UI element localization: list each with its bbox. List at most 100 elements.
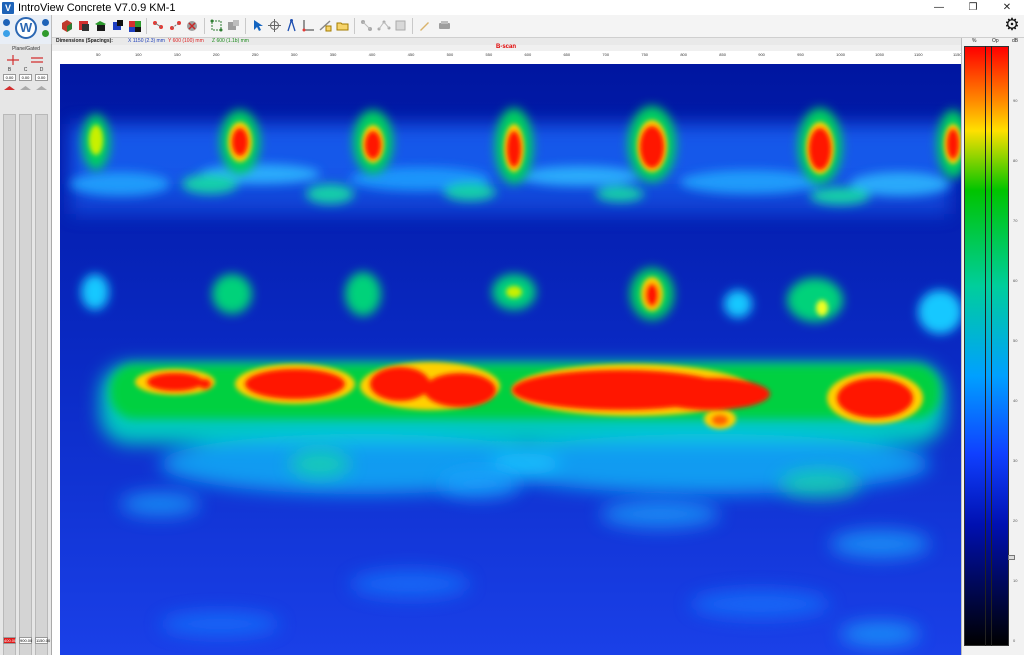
region-tool-icon[interactable] bbox=[225, 17, 242, 34]
check-icon[interactable] bbox=[42, 30, 49, 37]
column-c-arrow-icon[interactable] bbox=[19, 82, 32, 90]
x-tick-label: 800 bbox=[680, 52, 687, 57]
x-tick-label: 400 bbox=[368, 52, 376, 57]
scale-tick-label: 60 bbox=[1013, 278, 1018, 283]
layer-tool-icon[interactable] bbox=[358, 17, 375, 34]
info-icon[interactable] bbox=[3, 19, 10, 26]
color-scale-bar[interactable] bbox=[964, 46, 1009, 646]
help-icon[interactable] bbox=[3, 30, 10, 37]
title-bar: V IntroView Concrete V7.0.9 KM-1 — ❐ ✕ bbox=[0, 0, 1024, 15]
color-scale-panel: % Op dB 90 80 70 60 50 40 30 20 10 0 bbox=[961, 38, 1024, 655]
main-toolbar bbox=[0, 15, 1024, 38]
x-tick-label: 650 bbox=[563, 52, 571, 57]
plane-parallel-icon[interactable] bbox=[30, 54, 44, 66]
scale-slider-handle[interactable] bbox=[1008, 555, 1015, 560]
scale-header-percent: % bbox=[972, 38, 977, 44]
close-button[interactable]: ✕ bbox=[990, 0, 1024, 15]
app-logo-icon: V bbox=[2, 1, 14, 14]
column-b-label: B bbox=[7, 67, 12, 73]
view-3d-icon[interactable] bbox=[58, 17, 75, 34]
x-tick-label: 100 bbox=[134, 52, 142, 57]
toolbar-separator bbox=[412, 18, 413, 34]
introview-logo-icon[interactable]: W bbox=[15, 17, 37, 39]
delete-points-icon[interactable] bbox=[184, 17, 201, 34]
column-c-value[interactable]: 0.00 bbox=[19, 74, 32, 81]
x-tick-label: 900 bbox=[758, 52, 765, 57]
compass-icon[interactable] bbox=[283, 17, 300, 34]
scale-header-op: Op bbox=[992, 38, 999, 44]
column-b-bottom-value[interactable]: 400.00 bbox=[3, 637, 16, 644]
column-d-bottom-value[interactable]: 1150.00 bbox=[35, 637, 50, 644]
pen-tool-icon[interactable] bbox=[416, 17, 433, 34]
points-move-icon[interactable] bbox=[167, 17, 184, 34]
scale-tick-label: 90 bbox=[1013, 98, 1018, 103]
hardware-icon[interactable] bbox=[436, 17, 453, 34]
scale-tick-label: 30 bbox=[1013, 458, 1018, 463]
cube-red-icon[interactable] bbox=[75, 17, 92, 34]
x-tick-label: 250 bbox=[251, 52, 259, 57]
x-tick-label: 1000 bbox=[836, 52, 846, 57]
app-window: V IntroView Concrete V7.0.9 KM-1 — ❐ ✕ ⚙… bbox=[0, 0, 1024, 655]
column-d-slider[interactable] bbox=[35, 114, 48, 655]
x-tick-label: 600 bbox=[524, 52, 532, 57]
scale-divider bbox=[985, 46, 986, 646]
settings-gear-icon[interactable]: ⚙ bbox=[1004, 15, 1020, 35]
side-panel-title: Plane/Gated bbox=[12, 46, 40, 52]
scale-tick-label: 20 bbox=[1013, 518, 1018, 523]
scale-tick-label: 50 bbox=[1013, 338, 1018, 343]
folder-compare-icon[interactable] bbox=[334, 17, 351, 34]
column-d-value[interactable]: 0.00 bbox=[35, 74, 48, 81]
column-c-bottom-value[interactable]: 900.00 bbox=[19, 637, 32, 644]
filter-icon[interactable] bbox=[392, 17, 409, 34]
dimension-z: Z 600 (1.1b) mm bbox=[212, 38, 249, 44]
column-d-label: D bbox=[39, 67, 44, 73]
scale-divider bbox=[991, 46, 992, 646]
x-tick-label: 300 bbox=[290, 52, 298, 57]
dimension-x: X 1150 (2.3) mm bbox=[128, 38, 165, 44]
column-b-arrow-icon[interactable] bbox=[3, 82, 16, 90]
cube-green-icon[interactable] bbox=[92, 17, 109, 34]
scan-y-axis bbox=[52, 51, 60, 655]
maximize-button[interactable]: ❐ bbox=[956, 0, 990, 15]
x-tick-label: 1100 bbox=[914, 52, 923, 57]
x-tick-label: 500 bbox=[446, 52, 454, 57]
scale-tick-label: 0 bbox=[1013, 638, 1016, 643]
measure-icon[interactable] bbox=[317, 17, 334, 34]
toolbar-separator bbox=[204, 18, 205, 34]
dimensions-label: Dimensions (Spacings): bbox=[56, 38, 113, 44]
minimize-button[interactable]: — bbox=[922, 0, 956, 15]
x-tick-label: 750 bbox=[641, 52, 649, 57]
x-tick-label: 450 bbox=[407, 52, 415, 57]
open-file-icon[interactable] bbox=[42, 19, 49, 26]
column-b-value[interactable]: 0.00 bbox=[3, 74, 16, 81]
b-scan-image[interactable] bbox=[60, 64, 961, 655]
scale-tick-label: 10 bbox=[1013, 578, 1018, 583]
cube-multicolor-icon[interactable] bbox=[126, 17, 143, 34]
points-red-icon[interactable] bbox=[150, 17, 167, 34]
side-panel: Plane/Gated B C D 0.00 0.00 0.00 400.00 … bbox=[0, 44, 52, 655]
scale-tick-label: 70 bbox=[1013, 218, 1018, 223]
plane-cross-icon[interactable] bbox=[6, 54, 20, 66]
scale-tick-label: 40 bbox=[1013, 398, 1018, 403]
scale-tick-label: 80 bbox=[1013, 158, 1018, 163]
toolbar-separator bbox=[354, 18, 355, 34]
window-controls: — ❐ ✕ bbox=[922, 0, 1024, 15]
axis-icon[interactable] bbox=[300, 17, 317, 34]
dimension-y: Y 600 (100) mm bbox=[168, 38, 204, 44]
x-tick-label: 550 bbox=[485, 52, 493, 57]
column-c-slider[interactable] bbox=[19, 114, 32, 655]
x-tick-label: 350 bbox=[329, 52, 337, 57]
crosshair-icon[interactable] bbox=[266, 17, 283, 34]
cube-blue-icon[interactable] bbox=[109, 17, 126, 34]
cursor-tool-icon[interactable] bbox=[249, 17, 266, 34]
path-tool-icon[interactable] bbox=[375, 17, 392, 34]
column-d-arrow-icon[interactable] bbox=[35, 82, 48, 90]
x-tick-label: 50 bbox=[96, 52, 101, 57]
x-tick-label: 700 bbox=[602, 52, 610, 57]
select-region-icon[interactable] bbox=[208, 17, 225, 34]
x-tick-label: 850 bbox=[719, 52, 726, 57]
column-b-slider[interactable] bbox=[3, 114, 16, 655]
x-tick-label: 1050 bbox=[875, 52, 884, 57]
scan-view-title: B-scan bbox=[496, 44, 517, 50]
x-tick-label: 200 bbox=[212, 52, 220, 57]
